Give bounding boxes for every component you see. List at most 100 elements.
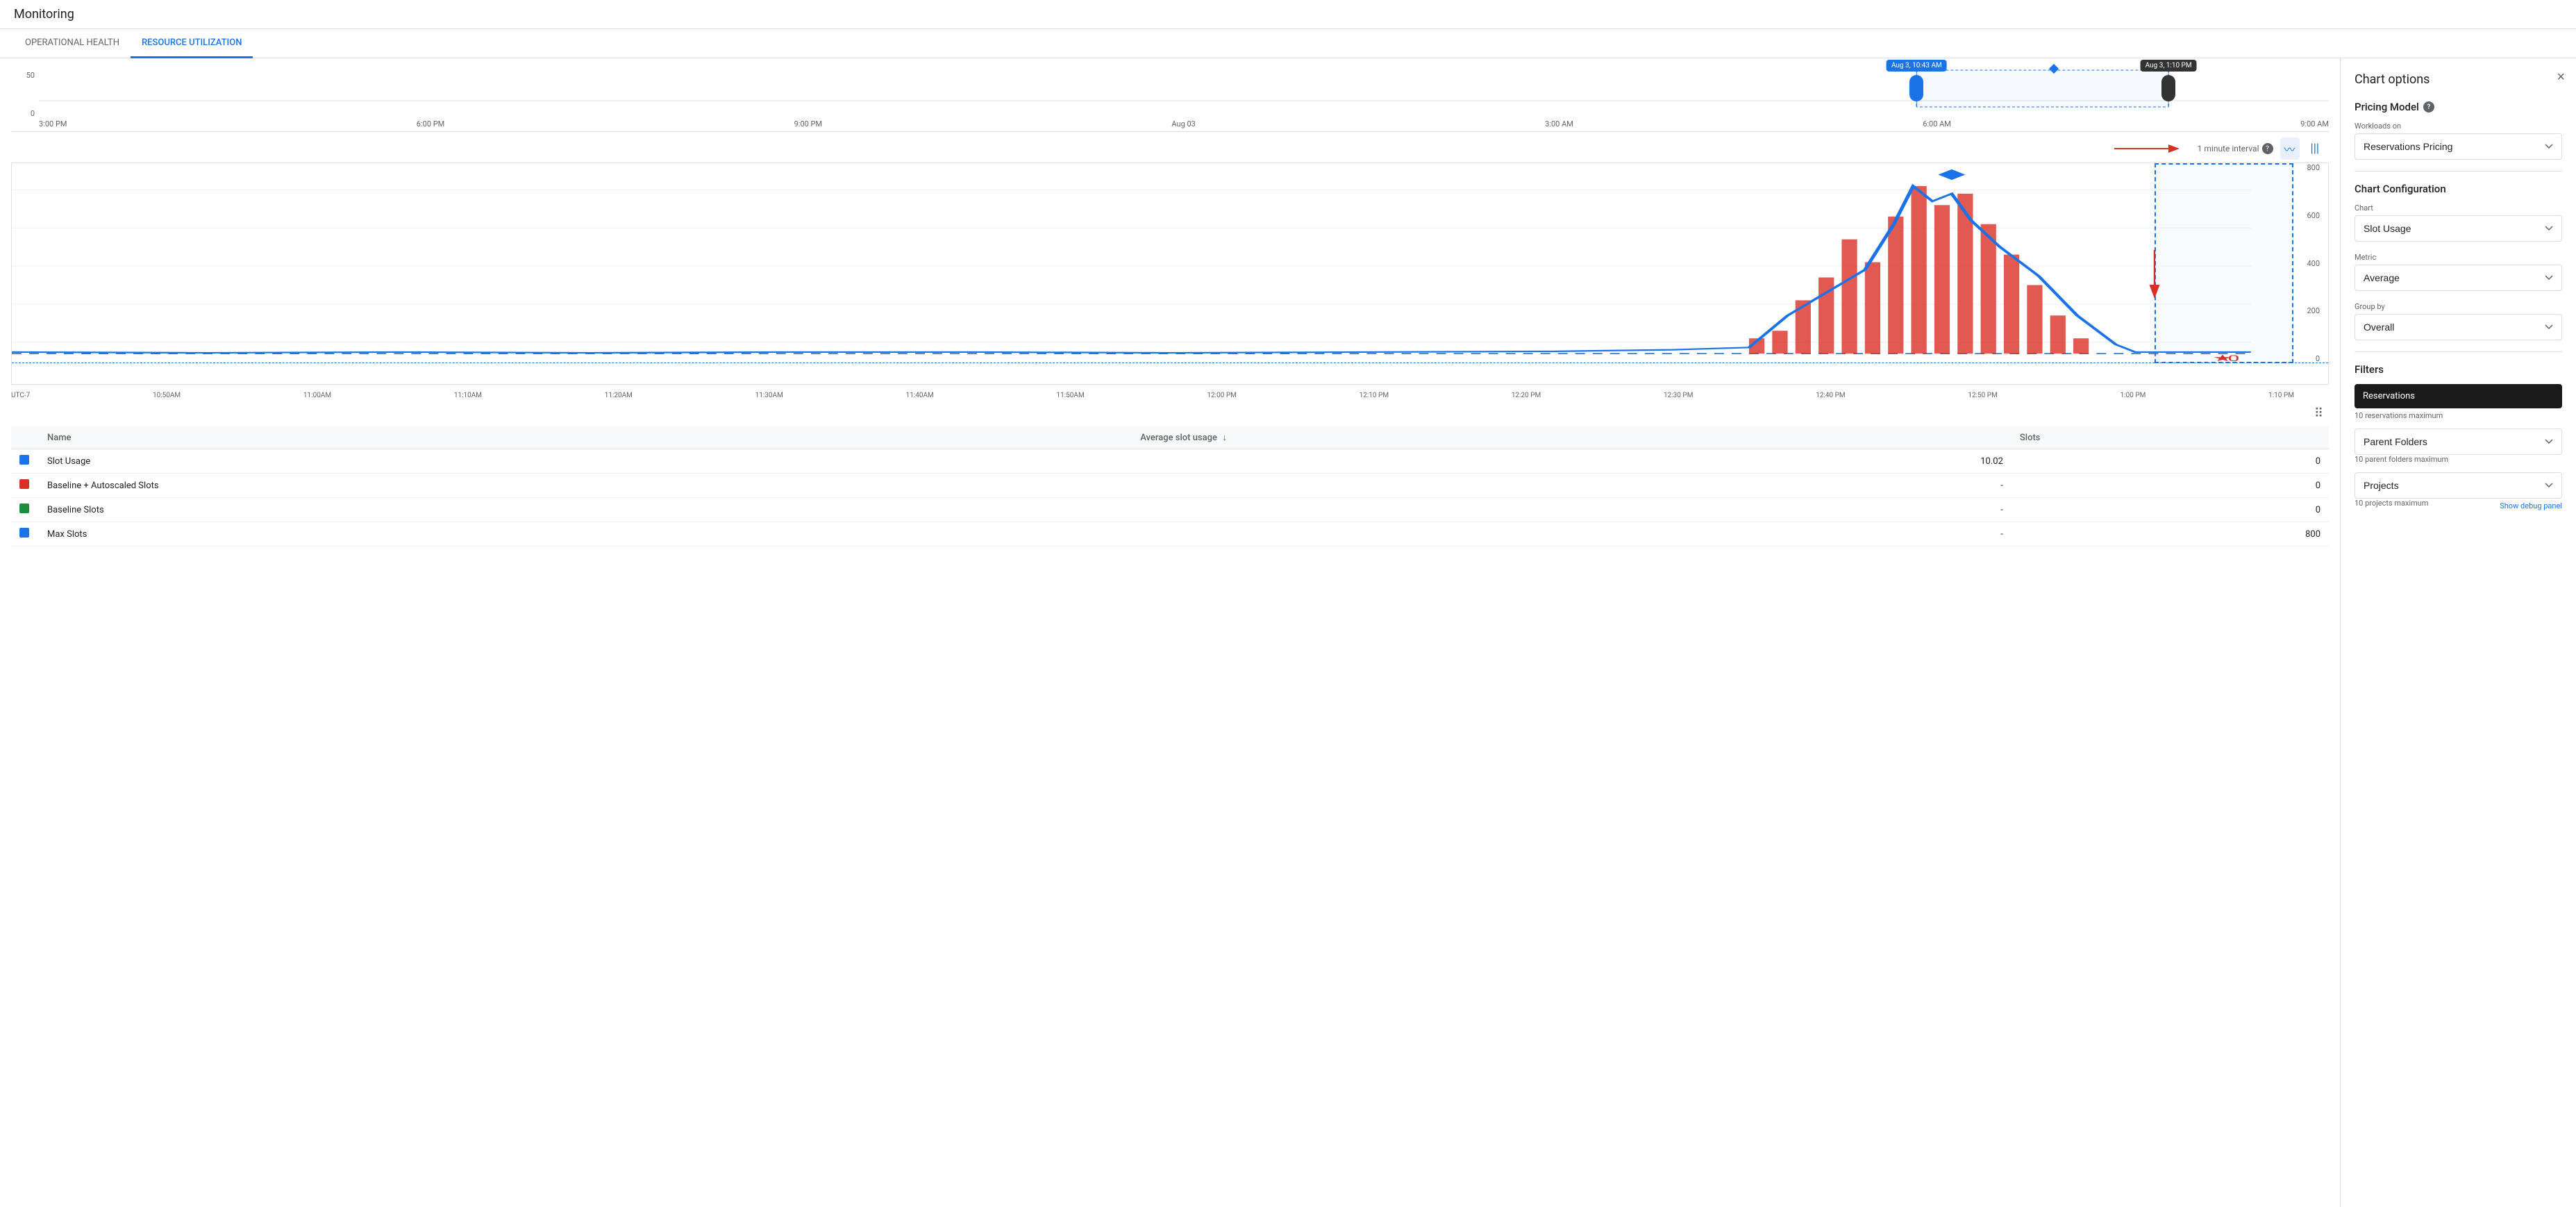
- legend-avg-3: -: [1132, 522, 2012, 547]
- swatch-3: [19, 528, 29, 538]
- timeline-handle-right[interactable]: [2161, 75, 2175, 101]
- x-utc: UTC-7: [11, 392, 30, 399]
- reservations-filter-hint: 10 reservations maximum: [2355, 411, 2562, 420]
- metric-select[interactable]: Average Maximum Minimum: [2355, 265, 2562, 291]
- x-1220: 12:20 PM: [1512, 392, 1541, 399]
- pricing-model-section: Pricing Model ?: [2355, 101, 2562, 113]
- legend-row-1: Baseline + Autoscaled Slots - 0: [11, 474, 2329, 498]
- timeline-x-axis: 3:00 PM 6:00 PM 9:00 PM Aug 03 3:00 AM 6…: [39, 118, 2329, 128]
- close-button[interactable]: ×: [2557, 69, 2565, 85]
- metric-field-label: Metric: [2355, 253, 2562, 262]
- bar-chart-button[interactable]: |||: [2307, 140, 2323, 158]
- svg-text:0: 0: [2227, 353, 2239, 364]
- line-chart-button[interactable]: 〰: [2280, 138, 2300, 160]
- legend-avg-2: -: [1132, 498, 2012, 522]
- app-title: Monitoring: [14, 7, 2562, 22]
- x-1210: 12:10 PM: [1360, 392, 1389, 399]
- legend-slots-2: 0: [2012, 498, 2329, 522]
- legend-name-0: Slot Usage: [39, 449, 1132, 474]
- legend-col-avg[interactable]: Average slot usage ↓: [1132, 426, 2012, 449]
- tab-resource-utilization[interactable]: RESOURCE UTILIZATION: [131, 29, 253, 58]
- x-1230: 12:30 PM: [1664, 392, 1693, 399]
- chart-field: Chart Slot Usage Job Count Bytes Process…: [2355, 203, 2562, 242]
- filters-section-label: Filters: [2355, 363, 2562, 376]
- tab-operational-health[interactable]: OPERATIONAL HEALTH: [14, 29, 131, 58]
- legend-name-3: Max Slots: [39, 522, 1132, 547]
- legend-row-3: Max Slots - 800: [11, 522, 2329, 547]
- legend-row-0: Slot Usage 10.02 0: [11, 449, 2329, 474]
- groupby-select[interactable]: Overall Project Reservation: [2355, 314, 2562, 340]
- divider-2: [2355, 351, 2562, 352]
- projects-filter-block: Projects 10 projects maximum Show debug …: [2355, 472, 2562, 513]
- x-1200: 12:00 PM: [1207, 392, 1236, 399]
- legend-slots-1: 0: [2012, 474, 2329, 498]
- legend-col-slots: Slots: [2012, 426, 2329, 449]
- timeline-y-label-50: 50: [11, 71, 35, 80]
- red-arrow-annotation: [2107, 138, 2191, 159]
- legend-name-1: Baseline + Autoscaled Slots: [39, 474, 1132, 498]
- reservations-filter-bar[interactable]: Reservations: [2355, 384, 2562, 408]
- chart-config-section-label: Chart Configuration: [2355, 183, 2562, 195]
- chart-select[interactable]: Slot Usage Job Count Bytes Processed: [2355, 215, 2562, 242]
- projects-select[interactable]: Projects: [2355, 472, 2562, 499]
- timeline-tooltip-right: Aug 3, 1:10 PM: [2141, 60, 2197, 72]
- workloads-field: Workloads on Reservations Pricing On-dem…: [2355, 122, 2562, 160]
- workloads-select-wrapper: Reservations Pricing On-demand Pricing: [2355, 133, 2562, 160]
- chart-field-label: Chart: [2355, 203, 2562, 213]
- timeline-svg: [39, 69, 2329, 108]
- tl-x-3: Aug 03: [1171, 119, 1195, 128]
- timeline-section: 50 0: [11, 69, 2329, 132]
- legend-col-color: [11, 426, 39, 449]
- x-100: 1:00 PM: [2121, 392, 2146, 399]
- x-1100: 11:00AM: [303, 392, 331, 399]
- reservations-filter-block: Reservations 10 reservations maximum: [2355, 384, 2562, 420]
- x-1120: 11:20AM: [605, 392, 633, 399]
- tl-x-1: 6:00 PM: [417, 119, 444, 128]
- interval-label: 1 minute interval ?: [2198, 143, 2273, 154]
- app-container: Monitoring OPERATIONAL HEALTH RESOURCE U…: [0, 0, 2576, 1207]
- parent-folders-hint: 10 parent folders maximum: [2355, 455, 2562, 464]
- timeline-handle-left[interactable]: [1909, 75, 1923, 101]
- workloads-label: Workloads on: [2355, 122, 2562, 131]
- x-1150: 11:50AM: [1057, 392, 1085, 399]
- tl-x-4: 3:00 AM: [1545, 119, 1573, 128]
- sort-arrow-icon: ↓: [1222, 433, 1227, 443]
- main-chart-svg: ★ 0: [12, 163, 2328, 384]
- y-label-800: 800: [2307, 163, 2320, 172]
- workloads-select[interactable]: Reservations Pricing On-demand Pricing: [2355, 133, 2562, 160]
- density-control[interactable]: ⠿: [11, 406, 2329, 421]
- chart-area: 50 0: [0, 58, 2340, 1207]
- top-bar: Monitoring: [0, 0, 2576, 29]
- x-110: 1:10 PM: [2268, 392, 2294, 399]
- x-1050: 10:50AM: [153, 392, 181, 399]
- x-1110: 11:10AM: [454, 392, 482, 399]
- legend-slots-3: 800: [2012, 522, 2329, 547]
- legend-avg-1: -: [1132, 474, 2012, 498]
- interval-help-icon[interactable]: ?: [2262, 143, 2273, 154]
- y-label-600: 600: [2307, 211, 2320, 220]
- chart-y-axis: 800 600 400 200 0: [2307, 163, 2323, 363]
- tl-x-5: 6:00 AM: [1923, 119, 1951, 128]
- legend-slots-0: 0: [2012, 449, 2329, 474]
- groupby-field: Group by Overall Project Reservation: [2355, 302, 2562, 340]
- tl-x-2: 9:00 PM: [794, 119, 822, 128]
- panel-title: Chart options: [2355, 72, 2562, 87]
- parent-folders-select[interactable]: Parent Folders: [2355, 428, 2562, 455]
- legend-col-name: Name: [39, 426, 1132, 449]
- tabs-bar: OPERATIONAL HEALTH RESOURCE UTILIZATION: [0, 29, 2576, 58]
- x-1130: 11:30AM: [755, 392, 783, 399]
- chart-controls-row: 1 minute interval ? 〰 |||: [11, 138, 2329, 160]
- legend-table: Name Average slot usage ↓ Slots Slot Usa…: [11, 426, 2329, 547]
- x-1140: 11:40AM: [906, 392, 934, 399]
- pricing-model-help-icon[interactable]: ?: [2423, 101, 2434, 113]
- legend-row-2: Baseline Slots - 0: [11, 498, 2329, 522]
- timeline-tooltip-left: Aug 3, 10:43 AM: [1887, 60, 1947, 72]
- parent-folders-filter-block: Parent Folders 10 parent folders maximum: [2355, 428, 2562, 464]
- tl-x-6: 9:00 AM: [2300, 119, 2329, 128]
- debug-panel-link[interactable]: Show debug panel: [2500, 501, 2562, 510]
- swatch-2: [19, 503, 29, 513]
- projects-hint: 10 projects maximum: [2355, 499, 2429, 508]
- main-content: 50 0: [0, 58, 2576, 1207]
- timeline-y-label-0: 0: [11, 109, 35, 118]
- main-chart-x-axis: UTC-7 10:50AM 11:00AM 11:10AM 11:20AM 11…: [11, 390, 2329, 401]
